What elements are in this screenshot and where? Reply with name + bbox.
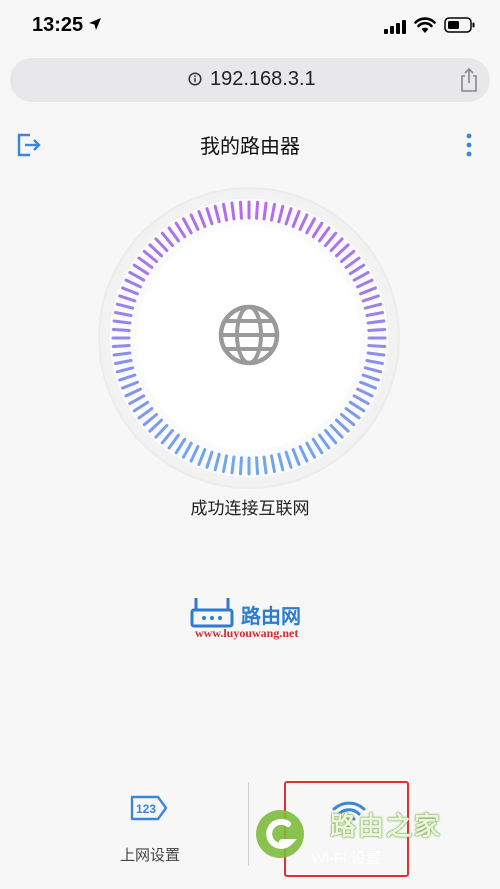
dial-tick [111, 327, 131, 332]
dial-tick [255, 200, 260, 220]
dial-tick [112, 351, 132, 357]
page-title: 我的路由器 [200, 136, 300, 158]
more-options-icon[interactable] [460, 132, 478, 158]
wifi-status-icon [414, 17, 436, 33]
location-arrow-icon [89, 18, 101, 30]
dial-tick [367, 344, 387, 349]
dial-tick [367, 327, 387, 332]
battery-icon [444, 17, 475, 33]
nav-divider [248, 782, 249, 866]
info-icon [188, 72, 202, 86]
watermark-bottom-brand: 路由之家 [330, 811, 443, 841]
status-bar: 13:25 [0, 0, 500, 52]
dial-tick [230, 455, 236, 475]
dial-tick [112, 319, 132, 325]
connection-status-text: 成功连接互联网 [190, 499, 310, 518]
cellular-signal-icon [384, 20, 406, 34]
watermark-url: www.luyouwang.net [195, 626, 299, 640]
share-icon[interactable] [458, 67, 480, 93]
status-time: 13:25 [32, 14, 84, 36]
watermark-brand: 路由网 [241, 606, 301, 628]
nav-internet-settings[interactable]: 123 上网设置 [80, 790, 220, 870]
address-bar[interactable]: 192.168.3.1 [10, 58, 490, 102]
dial-tick [238, 456, 243, 476]
dial-tick [255, 456, 260, 476]
connection-status-dial [98, 187, 400, 489]
dial-tick [238, 200, 243, 220]
dial-tick [262, 455, 268, 475]
dial-tick [230, 201, 236, 221]
page-header: 我的路由器 [0, 120, 500, 170]
dial-tick [262, 201, 268, 221]
url-text: 192.168.3.1 [210, 68, 316, 90]
dial-tick [366, 319, 386, 325]
nav-internet-label: 上网设置 [119, 847, 180, 864]
svg-text:123: 123 [136, 802, 156, 816]
dial-tick [366, 351, 386, 357]
123-icon: 123 [130, 795, 168, 821]
dial-tick [111, 344, 131, 349]
